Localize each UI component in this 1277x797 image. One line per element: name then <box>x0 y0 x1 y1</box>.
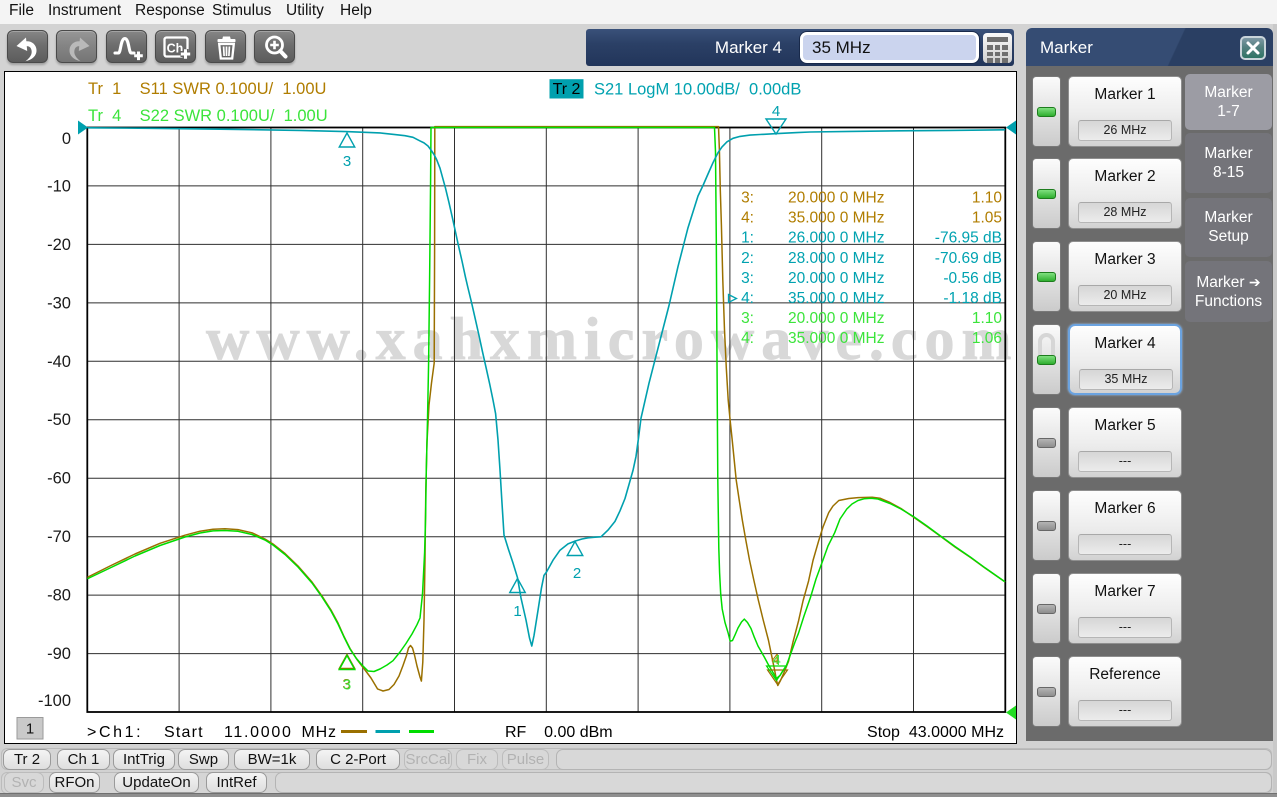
svg-text:20.000 0 MHz: 20.000 0 MHz <box>788 190 885 207</box>
svg-text:Tr 4 S22 SWR 0.100U/ 1.00: Tr 4 S22 SWR 0.100U/ 1.00U <box>88 107 328 125</box>
svg-text:-80: -80 <box>47 587 71 605</box>
svg-text:-50: -50 <box>47 411 71 429</box>
svg-text:2: 2 <box>573 565 581 582</box>
svg-text:Tr 2: Tr 2 <box>553 81 581 98</box>
svg-text:1.05: 1.05 <box>972 210 1002 227</box>
svg-text:3:: 3: <box>741 190 754 207</box>
svg-text:-100: -100 <box>38 692 71 710</box>
svg-text:1.10: 1.10 <box>972 190 1003 207</box>
svg-text:-90: -90 <box>47 645 71 663</box>
svg-text:-70.69 dB: -70.69 dB <box>935 250 1002 267</box>
svg-text:3: 3 <box>343 153 351 170</box>
svg-text:-30: -30 <box>47 294 71 312</box>
svg-text:RF 0.00 dBm: RF 0.00 dBm <box>505 724 613 741</box>
svg-text:-10: -10 <box>47 177 71 195</box>
svg-text:1.06: 1.06 <box>972 330 1002 347</box>
svg-text:20.000 0 MHz: 20.000 0 MHz <box>788 270 885 287</box>
svg-text:4:: 4: <box>741 330 754 347</box>
svg-text:35.000 0 MHz: 35.000 0 MHz <box>788 290 885 307</box>
svg-text:-70: -70 <box>47 528 71 546</box>
svg-text:MHz: MHz <box>302 724 337 741</box>
svg-text:3: 3 <box>343 677 351 694</box>
svg-text:20.000 0 MHz: 20.000 0 MHz <box>788 310 885 327</box>
svg-text:4: 4 <box>773 652 781 669</box>
svg-text:11.0000: 11.0000 <box>224 724 293 741</box>
svg-text:35.000 0 MHz: 35.000 0 MHz <box>788 330 885 347</box>
svg-text:-76.95 dB: -76.95 dB <box>935 230 1002 247</box>
svg-text:-40: -40 <box>47 353 71 371</box>
svg-text:www.xahxmicrowave.com: www.xahxmicrowave.com <box>206 306 1018 372</box>
svg-text:1.10: 1.10 <box>972 310 1003 327</box>
svg-text:1: 1 <box>26 721 34 738</box>
svg-text:>Ch1:: >Ch1: <box>87 724 143 741</box>
svg-text:28.000 0 MHz: 28.000 0 MHz <box>788 250 885 267</box>
svg-text:Tr 1 S11 SWR 0.100U/ 1.00: Tr 1 S11 SWR 0.100U/ 1.00U <box>88 80 326 98</box>
svg-text:2:: 2: <box>741 250 754 267</box>
svg-text:S21 LogM 10.00dB/ 0.00dB: S21 LogM 10.00dB/ 0.00dB <box>594 81 801 99</box>
svg-text:4:: 4: <box>741 290 754 307</box>
svg-text:-1.18 dB: -1.18 dB <box>943 290 1002 307</box>
svg-text:4: 4 <box>772 103 780 120</box>
svg-text:0: 0 <box>62 130 71 148</box>
svg-text:-0.56 dB: -0.56 dB <box>943 270 1002 287</box>
svg-text:Start: Start <box>164 724 204 741</box>
svg-text:4:: 4: <box>741 210 754 227</box>
svg-text:3:: 3: <box>741 270 754 287</box>
svg-text:-60: -60 <box>47 470 71 488</box>
svg-text:Stop 43.0000 MHz: Stop 43.0000 MHz <box>867 724 1004 741</box>
svg-text:3:: 3: <box>741 310 754 327</box>
svg-text:1:: 1: <box>741 230 754 247</box>
svg-text:35.000 0 MHz: 35.000 0 MHz <box>788 210 885 227</box>
svg-text:1: 1 <box>513 603 521 620</box>
svg-text:-20: -20 <box>47 236 71 254</box>
svg-text:26.000 0 MHz: 26.000 0 MHz <box>788 230 885 247</box>
